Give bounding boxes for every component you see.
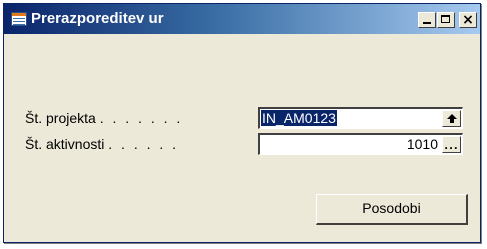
window-title: Prerazporeditev ur xyxy=(31,10,164,27)
close-icon: × xyxy=(462,12,474,28)
project-number-leader: . . . . . . . xyxy=(99,110,183,126)
project-number-label: Št. projekta . . . . . . . xyxy=(25,110,183,126)
dialog-window: Prerazporeditev ur × Št. projekta . . . … xyxy=(3,3,481,243)
minimize-button[interactable] xyxy=(418,12,436,28)
project-number-value: IN_AM0123 xyxy=(261,110,337,126)
activity-number-label: Št. aktivnosti . . . . . . xyxy=(25,136,179,152)
title-bar[interactable]: Prerazporeditev ur × xyxy=(4,4,480,34)
activity-number-leader: . . . . . . xyxy=(108,136,179,152)
close-button[interactable]: × xyxy=(459,12,477,28)
activity-assist-button[interactable]: ... xyxy=(442,136,461,153)
ellipsis-icon: ... xyxy=(444,141,459,152)
project-number-field[interactable]: IN_AM0123 xyxy=(258,107,463,129)
update-button[interactable]: Posodobi xyxy=(316,194,468,225)
activity-number-value: 1010 xyxy=(406,136,438,152)
table-form-icon xyxy=(11,12,27,26)
project-number-label-text: Št. projekta xyxy=(25,110,96,126)
maximize-button[interactable] xyxy=(437,12,455,28)
activity-number-field[interactable]: 1010 ... xyxy=(258,133,463,155)
minimize-icon xyxy=(423,22,431,24)
maximize-icon xyxy=(441,15,450,23)
project-lookup-button[interactable] xyxy=(442,110,461,127)
activity-number-label-text: Št. aktivnosti xyxy=(25,136,105,152)
